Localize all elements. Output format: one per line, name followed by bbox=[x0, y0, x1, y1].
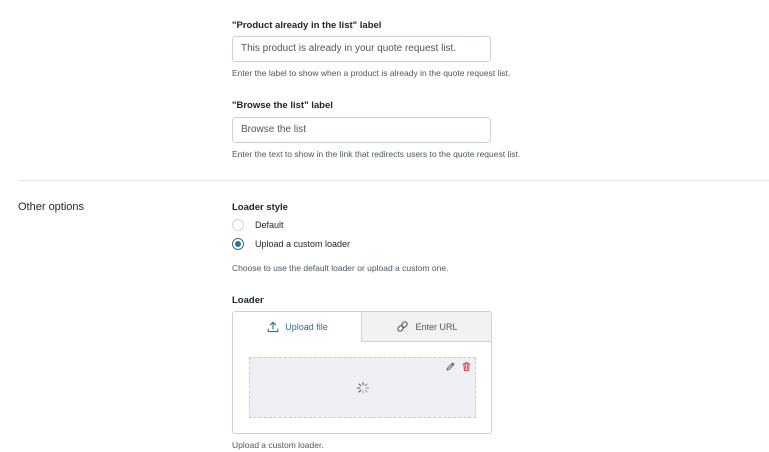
tab-upload-file-label: Upload file bbox=[285, 322, 328, 332]
tab-enter-url-label: Enter URL bbox=[415, 321, 458, 332]
already-in-list-label: "Product already in the list" label bbox=[232, 20, 382, 31]
browse-list-label: "Browse the list" label bbox=[232, 100, 333, 111]
preview-actions bbox=[445, 361, 472, 372]
loader-style-label: Loader style bbox=[232, 202, 288, 213]
link-icon bbox=[397, 321, 409, 332]
browse-list-help: Enter the text to show in the link that … bbox=[232, 149, 521, 159]
radio-default-label: Default bbox=[255, 220, 284, 230]
trash-icon[interactable] bbox=[461, 361, 472, 372]
already-in-list-help: Enter the label to show when a product i… bbox=[232, 68, 511, 78]
browse-list-input[interactable]: Browse the list bbox=[232, 117, 491, 143]
upload-icon bbox=[267, 321, 279, 333]
section-divider bbox=[18, 180, 769, 181]
spinner-icon bbox=[356, 381, 370, 395]
loader-preview bbox=[249, 357, 476, 418]
loader-style-help: Choose to use the default loader or uplo… bbox=[232, 263, 449, 273]
loader-upload-box: Upload file Enter URL bbox=[232, 311, 492, 434]
loader-label: Loader bbox=[232, 295, 264, 306]
radio-custom-loader[interactable]: Upload a custom loader bbox=[232, 237, 350, 251]
radio-custom-loader-button[interactable] bbox=[232, 238, 244, 250]
pencil-icon[interactable] bbox=[445, 361, 456, 372]
radio-default-button[interactable] bbox=[232, 219, 244, 231]
tab-enter-url[interactable]: Enter URL bbox=[361, 312, 491, 342]
tab-upload-file[interactable]: Upload file bbox=[233, 312, 362, 342]
loader-help: Upload a custom loader. bbox=[232, 440, 324, 450]
other-options-title: Other options bbox=[18, 201, 85, 213]
already-in-list-input[interactable]: This product is already in your quote re… bbox=[232, 36, 491, 62]
radio-custom-loader-label: Upload a custom loader bbox=[255, 239, 351, 249]
radio-default[interactable]: Default bbox=[232, 218, 284, 232]
